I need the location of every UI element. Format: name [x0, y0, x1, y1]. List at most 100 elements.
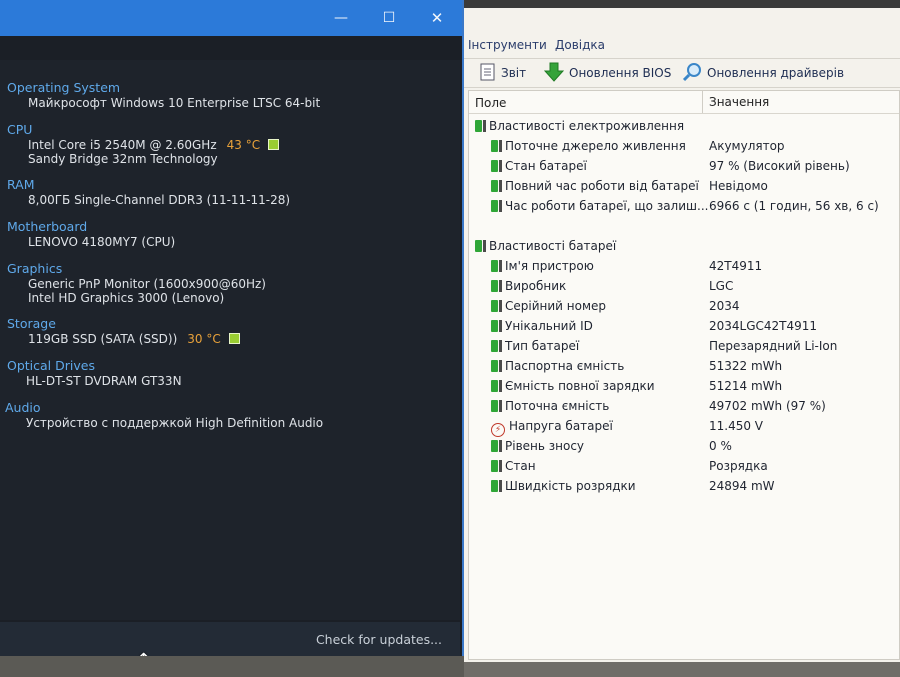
section-audio-title: Audio — [5, 400, 41, 415]
menu-help[interactable]: Довідка — [555, 38, 605, 52]
window-edge — [464, 0, 900, 8]
plug-icon — [499, 260, 502, 272]
row-field: Тип батареї — [505, 339, 580, 353]
maximize-button[interactable]: ☐ — [366, 0, 412, 36]
table-row[interactable]: Тип батареї Перезарядний Li-Ion — [469, 337, 899, 357]
row-value: 11.450 V — [709, 419, 764, 433]
table-row[interactable]: Унікальний ID 2034LGC42T4911 — [469, 317, 899, 337]
plug-icon — [499, 460, 502, 472]
minimize-button[interactable]: — — [318, 0, 364, 36]
table-row[interactable]: Поточне джерело живлення Акумулятор — [469, 137, 899, 157]
download-arrow-icon — [543, 62, 565, 85]
row-value: 2034LGC42T4911 — [709, 319, 818, 333]
table-row[interactable]: Час роботи батареї, що залиш... 6966 с (… — [469, 197, 899, 217]
table-row[interactable]: Поточна ємність 49702 mWh (97 %) — [469, 397, 899, 417]
bios-update-label: Оновлення BIOS — [569, 66, 672, 80]
section-storage-title: Storage — [7, 316, 56, 331]
properties-grid: Поле Значення Властивості електроживленн… — [468, 90, 900, 660]
column-field-header[interactable]: Поле — [475, 96, 506, 110]
row-value: 51322 mWh — [709, 359, 783, 373]
section-graphics-title: Graphics — [7, 261, 63, 276]
table-row[interactable]: Рівень зносу 0 % — [469, 437, 899, 457]
table-row[interactable]: ⚡ Напруга батареї 11.450 V — [469, 417, 899, 437]
plug-icon — [483, 120, 486, 132]
battery-icon — [491, 260, 498, 272]
table-row[interactable]: Швидкість розрядки 24894 mW — [469, 477, 899, 497]
table-row[interactable]: Ім'я пристрою 42T4911 — [469, 257, 899, 277]
group-power-properties[interactable]: Властивості електроживлення — [469, 117, 899, 137]
cpu-temperature: 43 °C — [226, 138, 261, 152]
battery-icon — [491, 320, 498, 332]
row-field: Виробник — [505, 279, 567, 293]
plug-icon — [499, 160, 502, 172]
battery-icon — [491, 480, 498, 492]
battery-icon — [491, 160, 498, 172]
battery-icon — [491, 300, 498, 312]
check-updates-link[interactable]: Check for updates... — [316, 632, 442, 647]
row-field: Повний час роботи від батареї — [505, 179, 699, 193]
storage-value: 119GB SSD (SATA (SSD)) 30 °C — [28, 332, 240, 346]
row-field: Час роботи батареї, що залиш... — [505, 199, 709, 213]
battery-icon — [491, 280, 498, 292]
close-button[interactable]: ✕ — [414, 0, 460, 36]
row-field: Ім'я пристрою — [505, 259, 594, 273]
voltage-icon: ⚡ — [491, 423, 505, 437]
row-value: 42T4911 — [709, 259, 763, 273]
table-row[interactable]: Серійний номер 2034 — [469, 297, 899, 317]
table-row[interactable]: Стан батареї 97 % (Високий рівень) — [469, 157, 899, 177]
close-icon: ✕ — [430, 9, 444, 27]
row-value: Розрядка — [709, 459, 768, 473]
row-value: Перезарядний Li-Ion — [709, 339, 838, 353]
report-icon — [480, 63, 496, 84]
row-value: 24894 mW — [709, 479, 775, 493]
section-cpu-title: CPU — [7, 122, 33, 137]
toolbar: Звіт Оновлення BIOS Оновлення драйверів — [464, 58, 900, 88]
storage-model: 119GB SSD (SATA (SSD)) — [28, 332, 178, 346]
row-value: 2034 — [709, 299, 740, 313]
row-value: Акумулятор — [709, 139, 785, 153]
battery-icon — [491, 180, 498, 192]
column-value-header[interactable]: Значення — [709, 95, 769, 109]
title-bar: — ☐ ✕ — [0, 0, 462, 36]
menu-bar: Інструменти Довідка — [464, 36, 900, 56]
plug-icon — [499, 280, 502, 292]
battery-icon — [491, 140, 498, 152]
battery-icon — [491, 440, 498, 452]
battery-icon — [491, 400, 498, 412]
table-row[interactable]: Ємність повної зарядки 51214 mWh — [469, 377, 899, 397]
menu-tools[interactable]: Інструменти — [468, 38, 547, 52]
ram-value: 8,00ГБ Single-Channel DDR3 (11-11-11-28) — [28, 193, 291, 207]
table-row[interactable]: Повний час роботи від батареї Невідомо — [469, 177, 899, 197]
battery-icon — [475, 240, 482, 252]
table-row[interactable]: Паспортна ємність 51322 mWh — [469, 357, 899, 377]
row-field: Швидкість розрядки — [505, 479, 636, 493]
summary-panel: Operating System Майкрософт Windows 10 E… — [0, 60, 460, 620]
row-field: Унікальний ID — [505, 319, 593, 333]
row-field: Ємність повної зарядки — [505, 379, 655, 393]
group-battery-properties[interactable]: Властивості батареї — [469, 237, 899, 257]
cpu-technology: Sandy Bridge 32nm Technology — [28, 152, 218, 166]
group-title: Властивості батареї — [489, 239, 617, 253]
section-ram-title: RAM — [7, 177, 35, 192]
column-divider[interactable] — [702, 91, 703, 113]
audio-value: Устройство с поддержкой High Definition … — [26, 416, 324, 430]
magnifier-icon — [682, 62, 702, 85]
row-field: Поточне джерело живлення — [505, 139, 686, 153]
battery-icon — [491, 460, 498, 472]
cpu-value: Intel Core i5 2540M @ 2.60GHz 43 °C — [28, 138, 280, 152]
minimize-icon: — — [334, 10, 348, 26]
row-field: Стан — [505, 459, 536, 473]
driver-update-button[interactable]: Оновлення драйверів — [682, 62, 844, 84]
table-row[interactable]: Виробник LGC — [469, 277, 899, 297]
row-field: Серійний номер — [505, 299, 607, 313]
plug-icon — [499, 400, 502, 412]
row-value: LGC — [709, 279, 734, 293]
bios-update-button[interactable]: Оновлення BIOS — [543, 62, 672, 85]
plug-icon — [499, 140, 502, 152]
report-button[interactable]: Звіт — [480, 62, 526, 84]
battery-icon — [491, 340, 498, 352]
taskbar-area — [0, 656, 464, 677]
plug-icon — [499, 300, 502, 312]
plug-icon — [499, 480, 502, 492]
table-row[interactable]: Стан Розрядка — [469, 457, 899, 477]
